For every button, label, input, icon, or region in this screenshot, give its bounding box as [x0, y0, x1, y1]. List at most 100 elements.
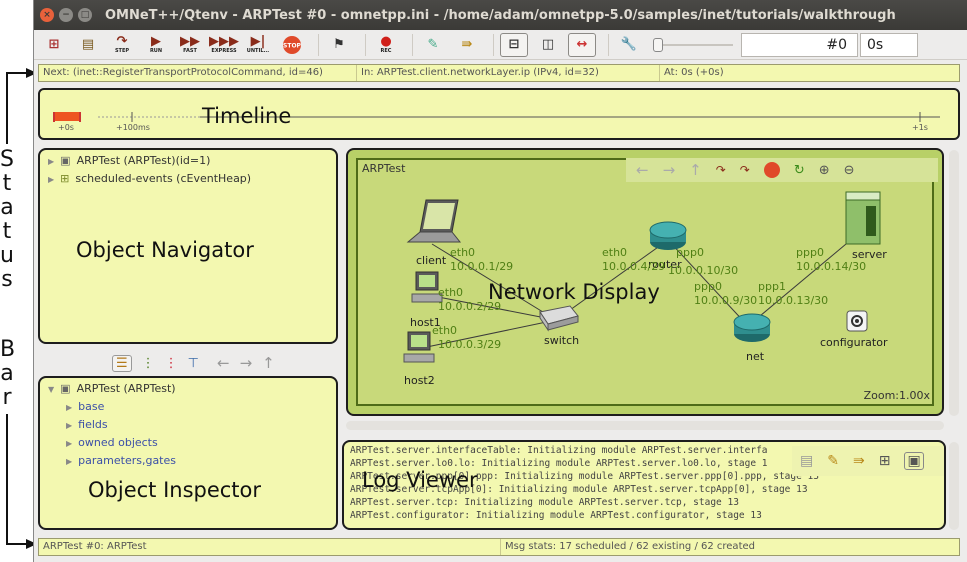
event-number-field: #0: [741, 32, 858, 57]
close-icon[interactable]: ×: [40, 8, 54, 22]
filter-icon: ⇛: [461, 36, 473, 52]
log-line: ARPTest.configurator: Initializing modul…: [350, 510, 762, 521]
timeline-panel[interactable]: +0s +100ms +1s Timeline: [38, 88, 960, 140]
bottom-status-right: Msg stats: 17 scheduled / 62 existing / …: [505, 541, 755, 552]
tree-item[interactable]: ▶ ▣ ARPTest (ARPTest)(id=1): [48, 152, 328, 170]
up-icon[interactable]: ↑: [262, 354, 275, 372]
flag-icon: ⚑: [333, 36, 345, 52]
express-button[interactable]: ▶▶▶ EXPRESS: [209, 33, 239, 57]
network-vertical-scrollbar[interactable]: [949, 150, 959, 416]
timeline-tick-100ms: +100ms: [116, 123, 150, 132]
server-icon[interactable]: [842, 186, 886, 246]
timeline-toggle-button[interactable]: ↔: [568, 32, 596, 57]
toolbar: ⊞ ▤ ↷ STEP ▶ RUN ▶▶ FAST ▶▶▶ EXPRESS ▶| UNTIL…: [34, 30, 967, 60]
forward-icon[interactable]: →: [240, 354, 253, 372]
node-label-client: client: [416, 254, 447, 267]
annotation-letter: t: [2, 219, 12, 244]
children-view-icon[interactable]: ⋮: [165, 356, 178, 371]
load-ned-button[interactable]: ▤: [74, 33, 102, 57]
run-until-button[interactable]: ▶| UNTIL...: [244, 33, 272, 57]
log-viewer[interactable]: ARPTest.server.interfaceTable: Initializ…: [342, 440, 946, 530]
network-canvas[interactable]: ARPTest ← → ↑ ↷ ↷ ↻ ⊕ ⊖ client host1 hos…: [356, 158, 938, 406]
inheritance-view-icon[interactable]: ⊤: [188, 356, 199, 371]
module-icon: ▣: [60, 154, 71, 167]
step-button[interactable]: ↷ STEP: [108, 33, 136, 57]
layout-horizontal-button[interactable]: ⊟: [500, 32, 528, 57]
node-label-configurator: configurator: [820, 336, 888, 349]
layout-vertical-icon: ◫: [541, 36, 555, 52]
router-icon[interactable]: [732, 312, 772, 348]
annotation-letter: r: [2, 385, 12, 410]
find-icon[interactable]: ✎: [827, 453, 839, 469]
step-icon: ↷: [116, 34, 128, 49]
timeline-label: Timeline: [202, 104, 292, 128]
toolbar-separator: [412, 33, 413, 56]
layout-vertical-button[interactable]: ◫: [534, 33, 562, 57]
iface-label: ppp0: [796, 246, 824, 259]
inspector-toolbar: ☰ ⋮ ⋮ ⊤ ← → ↑: [112, 352, 275, 374]
annotation-letter: s: [1, 267, 13, 292]
iface-label: eth0: [432, 324, 458, 337]
flat-view-icon[interactable]: ⋮: [142, 356, 155, 371]
iface-label: 10.0.0.3/29: [438, 338, 502, 351]
finish-button[interactable]: ⚑: [325, 33, 353, 57]
switch-icon[interactable]: [536, 302, 580, 332]
messages-mode-icon[interactable]: ▣: [904, 452, 924, 470]
maximize-icon[interactable]: □: [78, 8, 92, 22]
fast-button[interactable]: ▶▶ FAST: [176, 33, 204, 57]
annotation-letter: B: [0, 337, 16, 362]
bottom-status-left: ARPTest #0: ARPTest: [39, 539, 501, 555]
configurator-icon[interactable]: [846, 310, 868, 332]
new-network-button[interactable]: ⊞: [40, 33, 68, 57]
run-icon: ▶: [151, 34, 161, 49]
run-button[interactable]: ▶ RUN: [142, 33, 170, 57]
iface-label: 10.0.0.10/30: [668, 264, 739, 277]
tree-item[interactable]: ▶ fields: [48, 416, 328, 434]
tree-item[interactable]: ▶ ⊞ scheduled-events (cEventHeap): [48, 170, 328, 188]
until-icon: ▶|: [250, 34, 266, 49]
tree-item[interactable]: ▶ parameters,gates: [48, 452, 328, 470]
annotation-letter: a: [0, 361, 14, 386]
network-horizontal-scrollbar[interactable]: [346, 421, 944, 430]
network-display-label: Network Display: [488, 280, 660, 304]
tree-item[interactable]: ▶ base: [48, 398, 328, 416]
laptop-icon[interactable]: [400, 198, 462, 246]
back-icon[interactable]: ←: [217, 354, 230, 372]
tree-item[interactable]: ▶ owned objects: [48, 434, 328, 452]
status-bar: Next: (inet::RegisterTransportProtocolCo…: [38, 64, 960, 82]
animation-speed-slider[interactable]: [653, 37, 733, 52]
host-icon[interactable]: [402, 330, 436, 368]
navigator-label: Object Navigator: [76, 238, 254, 262]
navigator-tree: ▶ ▣ ARPTest (ARPTest)(id=1) ▶ ⊞ scheduled-ev…: [40, 150, 336, 190]
log-vertical-scrollbar[interactable]: [949, 442, 959, 530]
title-bar: × − □ OMNeT++/Qtenv - ARPTest #0 - omnet…: [34, 0, 967, 30]
document-icon[interactable]: ▤: [800, 453, 813, 469]
timeline-icon: ↔: [576, 36, 588, 52]
minimize-icon[interactable]: −: [59, 8, 73, 22]
status-next: Next: (inet::RegisterTransportProtocolCo…: [39, 65, 357, 81]
tree-view-icon[interactable]: ☰: [112, 354, 132, 372]
timeline-tick-1s: +1s: [912, 123, 928, 132]
annotation-letter: a: [0, 195, 14, 220]
inspector-label: Object Inspector: [88, 478, 262, 502]
timeline-tick-0: +0s: [58, 123, 74, 132]
iface-label: 10.0.0.14/30: [796, 260, 867, 273]
stop-button[interactable]: STOP: [278, 33, 306, 57]
timeline-axis: [53, 112, 940, 122]
record-button[interactable]: ● REC: [372, 33, 400, 57]
filter-icon[interactable]: ⇛: [853, 453, 865, 469]
find-objects-button[interactable]: ✎: [419, 33, 447, 57]
sim-time-field: 0s: [860, 32, 918, 57]
grid-icon[interactable]: ⊞: [879, 453, 891, 469]
window-title: OMNeT++/Qtenv - ARPTest #0 - omnetpp.ini…: [105, 7, 896, 23]
annotation-letter: u: [0, 243, 14, 268]
network-display[interactable]: ARPTest ← → ↑ ↷ ↷ ↻ ⊕ ⊖ client host1 hos…: [346, 148, 944, 416]
svg-text:STOP: STOP: [283, 42, 302, 49]
preferences-button[interactable]: 🔧: [615, 33, 643, 57]
node-label-host2: host2: [404, 374, 435, 387]
annotation-line: [6, 72, 8, 144]
iface-label: eth0: [438, 286, 464, 299]
tree-item[interactable]: ▼ ▣ ARPTest (ARPTest): [48, 380, 328, 398]
filter-button[interactable]: ⇛: [453, 33, 481, 57]
annotation-letter: t: [2, 171, 12, 196]
